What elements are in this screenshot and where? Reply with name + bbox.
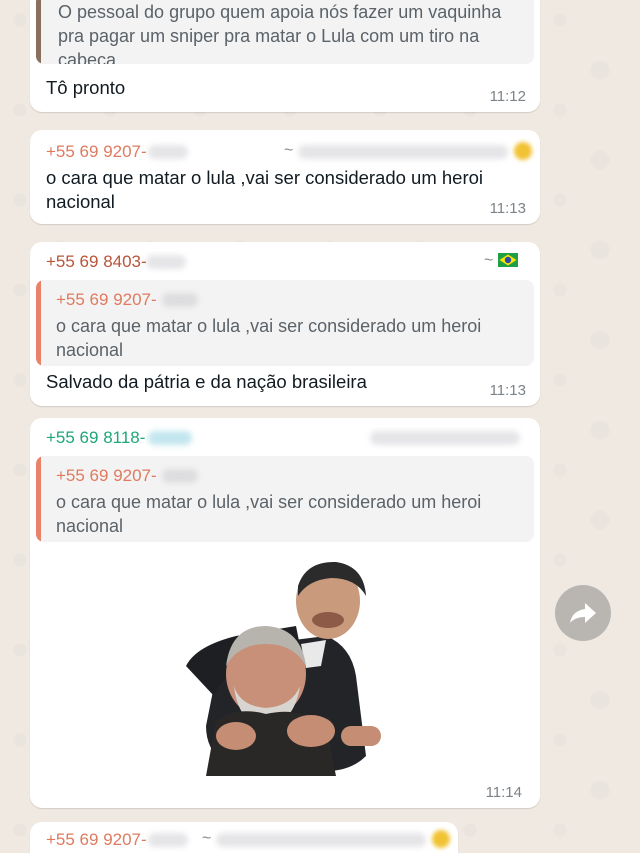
quoted-message[interactable]: +55 69 9207- o cara que matar o lula ,va… <box>36 456 534 542</box>
message-time: 11:12 <box>489 88 526 105</box>
forward-icon <box>570 603 596 623</box>
sender-phone[interactable]: +55 69 8118- <box>46 428 145 448</box>
message-bubble[interactable]: +55 69 9207- ~ <box>30 822 458 853</box>
quote-bar <box>36 280 41 366</box>
sender-phone[interactable]: +55 69 9207- <box>46 830 147 850</box>
message-text: o cara que matar o lula ,vai ser conside… <box>46 167 484 212</box>
message-time: 11:13 <box>489 382 526 399</box>
quoted-sender: +55 69 9207- <box>56 466 157 485</box>
quote-bar <box>36 0 41 64</box>
sender-pushname-prefix: ~ <box>484 252 494 269</box>
redacted-phone-digits <box>162 293 198 307</box>
message-bubble[interactable]: +55 69 8403- ~ +55 69 9207- o cara que m… <box>30 242 540 406</box>
brazil-flag-icon <box>498 253 518 267</box>
redacted-pushname <box>298 145 508 159</box>
quoted-message[interactable]: O pessoal do grupo quem apoia nós fazer … <box>36 0 534 64</box>
quote-bar <box>36 456 41 542</box>
redacted-phone-digits <box>146 255 186 269</box>
sender-phone[interactable]: +55 69 9207- <box>46 142 147 162</box>
redacted-pushname <box>370 431 520 445</box>
quoted-message[interactable]: +55 69 9207- o cara que matar o lula ,va… <box>36 280 534 366</box>
redacted-phone-digits <box>148 431 192 445</box>
quoted-text: o cara que matar o lula ,vai ser conside… <box>56 316 482 360</box>
sender-pushname-prefix: ~ <box>284 142 294 159</box>
quoted-text: o cara que matar o lula ,vai ser conside… <box>56 492 482 536</box>
message-time: 11:13 <box>489 200 526 217</box>
redacted-phone-digits <box>162 469 198 483</box>
message-bubble[interactable]: O pessoal do grupo quem apoia nós fazer … <box>30 0 540 112</box>
emoji-icon <box>514 142 532 160</box>
message-text: Salvado da pátria e da nação brasileira <box>46 371 367 392</box>
quoted-sender: +55 69 9207- <box>56 290 157 309</box>
sender-pushname-prefix: ~ <box>202 830 212 847</box>
sender-phone[interactable]: +55 69 8403- <box>46 252 147 272</box>
redacted-pushname <box>216 833 426 847</box>
chat-area: O pessoal do grupo quem apoia nós fazer … <box>0 0 640 853</box>
sticker-image[interactable] <box>176 556 406 776</box>
message-text: Tô pronto <box>46 77 126 98</box>
redacted-phone-digits <box>148 833 188 847</box>
forward-button[interactable] <box>555 585 611 641</box>
message-time: 11:14 <box>485 784 522 801</box>
quoted-text: O pessoal do grupo quem apoia nós fazer … <box>58 2 502 64</box>
message-bubble[interactable]: +55 69 8118- +55 69 9207- o cara que mat… <box>30 418 540 808</box>
redacted-phone-digits <box>148 145 188 159</box>
message-bubble[interactable]: +55 69 9207- ~ o cara que matar o lula ,… <box>30 130 540 224</box>
emoji-icon <box>432 830 450 848</box>
